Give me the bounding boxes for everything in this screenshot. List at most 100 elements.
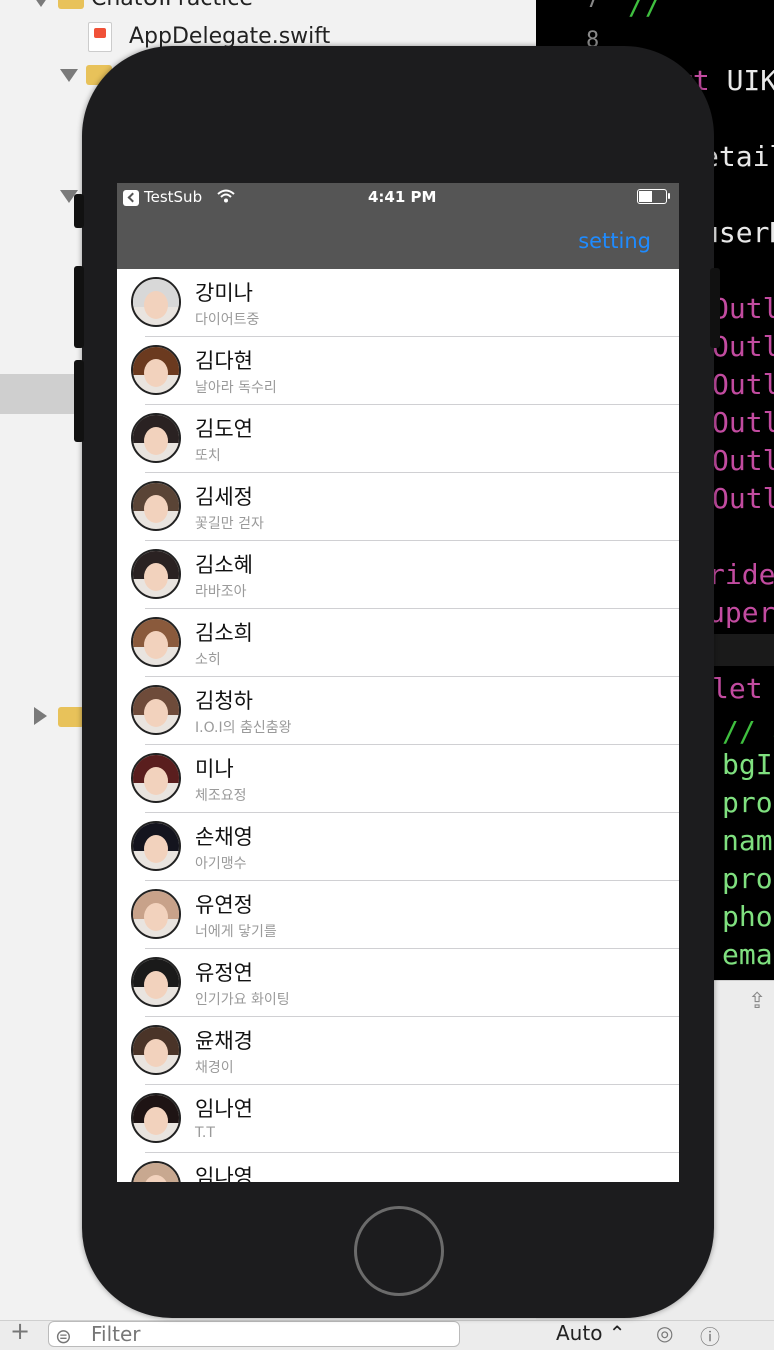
- code-line: let u: [712, 672, 774, 705]
- code-line: Outle: [712, 444, 774, 477]
- status-bar: TestSub 4:41 PM: [117, 183, 679, 211]
- avatar-face: [144, 699, 168, 727]
- code-line: nam: [722, 824, 773, 857]
- avatar-face: [144, 971, 168, 999]
- battery-icon: [637, 189, 667, 204]
- code-identifier: UIKi: [726, 64, 774, 97]
- contact-name: 김도연: [195, 417, 253, 441]
- avatar-face: [144, 359, 168, 387]
- contact-row[interactable]: 유연정너에게 닿기를: [117, 881, 679, 949]
- contact-row[interactable]: 미나체조요정: [117, 745, 679, 813]
- avatar-face: [144, 495, 168, 523]
- code-line: pho: [722, 900, 773, 933]
- disclosure-triangle-icon[interactable]: [32, 0, 50, 7]
- phone-screen: TestSub 4:41 PM setting 강미나 다이어트중 김다현 날아라 독…: [117, 183, 679, 1182]
- avatar-face: [144, 291, 168, 319]
- contact-row[interactable]: 임나영: [117, 1153, 679, 1182]
- filter-field[interactable]: ⊜ Filter: [48, 1321, 460, 1348]
- contact-row[interactable]: 손채영아기맹수: [117, 813, 679, 881]
- avatar: [131, 413, 181, 463]
- contact-row[interactable]: 유정연 인기가요 화이팅: [117, 949, 679, 1017]
- contact-row[interactable]: 김소혜라바조아: [117, 541, 679, 609]
- navigation-bar: setting: [117, 211, 679, 269]
- contact-status: 너에게 닿기를: [195, 924, 277, 940]
- disclosure-triangle-icon[interactable]: [60, 69, 78, 82]
- volume-up-button: [74, 266, 84, 348]
- disclosure-triangle-icon[interactable]: [34, 707, 47, 725]
- eye-icon[interactable]: ◎: [656, 1321, 673, 1345]
- battery-tip: [668, 193, 670, 199]
- setting-button[interactable]: setting: [578, 229, 651, 253]
- contact-name: 미나: [195, 757, 234, 781]
- code-line: // 사: [722, 715, 774, 748]
- avatar-face: [144, 1107, 168, 1135]
- contact-name: 김세정: [195, 485, 253, 509]
- back-to-app-icon[interactable]: [123, 190, 139, 206]
- code-line: uper.v: [708, 596, 774, 629]
- avatar: [131, 1093, 181, 1143]
- avatar: [131, 685, 181, 735]
- avatar: [131, 753, 181, 803]
- contact-table[interactable]: 강미나 다이어트중 김다현 날아라 독수리 김도연 또치 김세정 꽃길만 걷자 김소혜 라바조아 김…: [117, 269, 679, 1182]
- carrier-label: TestSub: [144, 188, 203, 206]
- contact-status: 소히: [195, 652, 221, 668]
- avatar-face: [144, 767, 168, 795]
- folder-icon: [58, 707, 84, 727]
- contact-row[interactable]: 김청하 I.O.I의 춤신춤왕: [117, 677, 679, 745]
- share-icon[interactable]: ⇪: [748, 989, 766, 1014]
- contact-row[interactable]: 김다현 날아라 독수리: [117, 337, 679, 405]
- code-line: Outle: [712, 368, 774, 401]
- auto-label: Auto: [556, 1321, 603, 1345]
- avatar: [131, 277, 181, 327]
- contact-name: 김다현: [195, 349, 253, 373]
- contact-status: 채경이: [195, 1060, 234, 1076]
- contact-name: 김소희: [195, 621, 253, 645]
- contact-name: 유연정: [195, 893, 253, 917]
- code-line: Outle: [712, 406, 774, 439]
- avatar-face: [144, 835, 168, 863]
- code-line: Outle: [712, 482, 774, 515]
- avatar-face: [144, 427, 168, 455]
- contact-row[interactable]: 김도연또치: [117, 405, 679, 473]
- avatar: [131, 889, 181, 939]
- contact-name: 임나연: [195, 1097, 253, 1121]
- code-line: Outle: [712, 292, 774, 325]
- avatar: [131, 821, 181, 871]
- contact-status: 라바조아: [195, 584, 247, 600]
- nav-folder-row[interactable]: ChatUIPractice: [58, 0, 253, 11]
- contact-status: 또치: [195, 448, 221, 464]
- navigator-filter-bar: + ⊜ Filter Auto ⌃ ◎ ⓘ: [0, 1317, 774, 1349]
- code-line: prof: [722, 862, 774, 895]
- code-line: bgIn: [722, 748, 774, 781]
- avatar: [131, 481, 181, 531]
- avatar-face: [144, 903, 168, 931]
- volume-down-button: [74, 360, 84, 442]
- contact-row[interactable]: 김소희소히: [117, 609, 679, 677]
- add-icon[interactable]: +: [10, 1317, 30, 1345]
- nav-folder-label: ChatUIPractice: [91, 0, 253, 11]
- contact-status: 체조요정: [195, 788, 247, 804]
- chevron-updown-icon: ⌃: [608, 1321, 626, 1345]
- swift-file-icon: [88, 22, 112, 52]
- contact-row[interactable]: 김세정꽃길만 걷자: [117, 473, 679, 541]
- contact-row[interactable]: 강미나 다이어트중: [117, 269, 679, 337]
- auto-selector[interactable]: Auto ⌃: [556, 1321, 626, 1345]
- contact-row[interactable]: 임나연 T.T: [117, 1085, 679, 1153]
- contact-name: 김소혜: [195, 553, 253, 577]
- avatar: [131, 549, 181, 599]
- contact-name: 김청하: [195, 689, 253, 713]
- home-button[interactable]: [354, 1206, 444, 1296]
- contact-name: 손채영: [195, 825, 253, 849]
- avatar-face: [144, 1039, 168, 1067]
- avatar: [131, 1161, 181, 1182]
- avatar-face: [144, 563, 168, 591]
- folder-icon: [58, 0, 84, 9]
- contact-status: T.T: [195, 1125, 215, 1141]
- nav-folder-row[interactable]: [58, 704, 84, 729]
- contact-status: 꽃길만 걷자: [195, 516, 264, 532]
- mute-switch: [74, 194, 84, 228]
- avatar: [131, 957, 181, 1007]
- contact-row[interactable]: 윤채경 채경이: [117, 1017, 679, 1085]
- contact-status: 아기맹수: [195, 856, 247, 872]
- code-line: ride f: [708, 558, 774, 591]
